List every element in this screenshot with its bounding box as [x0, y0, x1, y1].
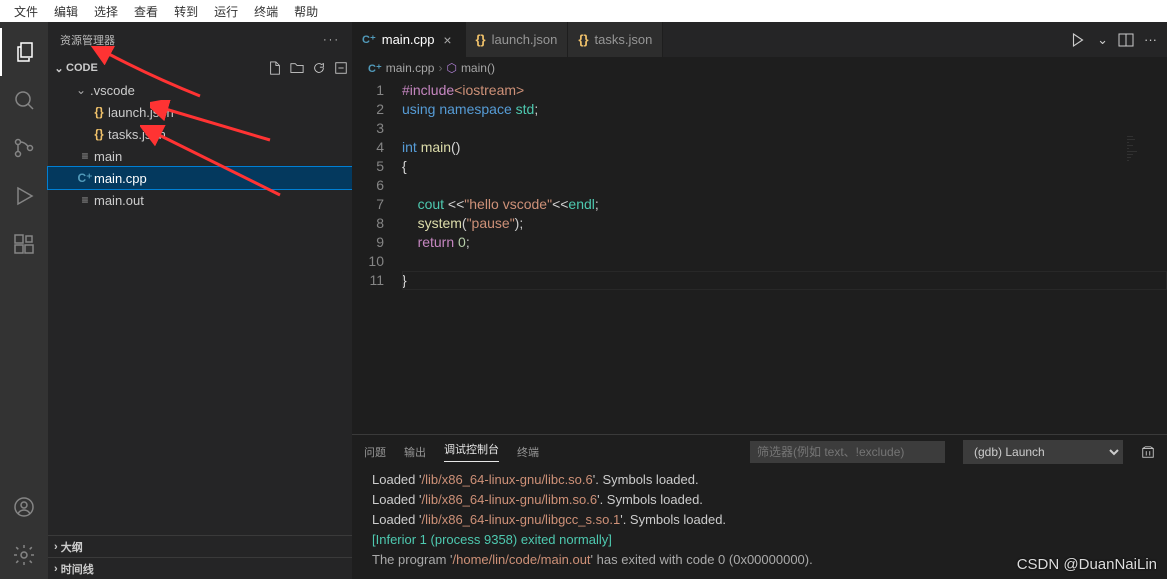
editor-tab[interactable]: {} tasks.json: [568, 22, 663, 57]
breadcrumb[interactable]: C⁺ main.cpp › ⬡ main(): [352, 57, 1167, 79]
collapse-icon[interactable]: [334, 61, 348, 75]
tree-label: launch.json: [108, 105, 174, 120]
code-editor[interactable]: 1234567891011 #include<iostream>using na…: [352, 79, 1167, 434]
cpp-icon: C⁺: [362, 33, 376, 46]
tree-label: .vscode: [90, 83, 135, 98]
folder-root-label: CODE: [66, 62, 98, 74]
current-line-highlight: [402, 271, 1167, 290]
json-icon: {}: [578, 32, 588, 47]
chevron-down-icon: ⌄: [76, 83, 90, 97]
editor-tab[interactable]: {} launch.json: [466, 22, 569, 57]
new-folder-icon[interactable]: [290, 61, 304, 75]
tree-item[interactable]: C⁺main.cpp: [48, 167, 352, 189]
tab-actions: ⌄ ···: [1059, 22, 1167, 57]
tree-item[interactable]: ≡main: [48, 145, 352, 167]
panel-tab[interactable]: 输出: [404, 444, 426, 460]
file-tree: ⌄.vscode{}launch.json{}tasks.json≡mainC⁺…: [48, 79, 352, 211]
panel-tab[interactable]: 调试控制台: [444, 441, 499, 462]
cube-icon: ⬡: [446, 61, 456, 75]
json-icon: {}: [90, 127, 108, 141]
chevron-down-icon: ⌄: [52, 62, 66, 75]
launch-config-select[interactable]: (gdb) Launch: [963, 440, 1123, 464]
tree-item[interactable]: {}launch.json: [48, 101, 352, 123]
scm-icon[interactable]: [0, 124, 48, 172]
new-file-icon[interactable]: [268, 61, 282, 75]
split-icon[interactable]: [1118, 32, 1134, 48]
editor-tab[interactable]: C⁺ main.cpp ×: [352, 22, 466, 57]
tree-item[interactable]: ⌄.vscode: [48, 79, 352, 101]
close-icon[interactable]: ×: [441, 32, 455, 48]
panel-tab[interactable]: 问题: [364, 444, 386, 460]
sidebar-header: 资源管理器 ···: [48, 22, 352, 57]
file-icon: ≡: [76, 193, 94, 207]
tab-label: tasks.json: [595, 32, 653, 47]
menu-item[interactable]: 运行: [206, 3, 246, 20]
run-debug-icon[interactable]: [0, 172, 48, 220]
settings-icon[interactable]: [0, 531, 48, 579]
menu-item[interactable]: 编辑: [46, 3, 86, 20]
menu-item[interactable]: 终端: [246, 3, 286, 20]
outline-section[interactable]: › 大纲: [48, 535, 352, 557]
panel-tabs: 问题 输出 调试控制台 终端 (gdb) Launch: [352, 435, 1167, 468]
menu-item[interactable]: 查看: [126, 3, 166, 20]
crumb-file: main.cpp: [386, 61, 435, 75]
menu-item[interactable]: 帮助: [286, 3, 326, 20]
chevron-right-icon: ›: [54, 541, 58, 553]
chevron-down-icon[interactable]: ⌄: [1097, 32, 1108, 48]
chevron-right-icon: ›: [54, 563, 58, 575]
json-icon: {}: [476, 32, 486, 47]
line-gutter: 1234567891011: [352, 79, 402, 434]
run-icon[interactable]: [1069, 31, 1087, 49]
menu-item[interactable]: 转到: [166, 3, 206, 20]
code-content: #include<iostream>using namespace std; i…: [402, 79, 1167, 434]
tree-label: main: [94, 149, 122, 164]
crumb-symbol: main(): [461, 61, 495, 75]
panel-filter-input[interactable]: [750, 441, 945, 463]
menu-item[interactable]: 文件: [6, 3, 46, 20]
watermark: CSDN @DuanNaiLin: [1017, 556, 1157, 573]
json-icon: {}: [90, 105, 108, 119]
tree-label: main.out: [94, 193, 144, 208]
sidebar-more-icon[interactable]: ···: [323, 34, 340, 46]
tree-label: tasks.json: [108, 127, 166, 142]
cpp-icon: C⁺: [76, 171, 94, 185]
tree-item[interactable]: ≡main.out: [48, 189, 352, 211]
editor-area: C⁺ main.cpp × {} launch.json {} tasks.json ⌄ ·…: [352, 22, 1167, 579]
extensions-icon[interactable]: [0, 220, 48, 268]
file-icon: ≡: [76, 149, 94, 163]
panel-tab[interactable]: 终端: [517, 444, 539, 460]
tab-label: main.cpp: [382, 32, 435, 47]
explorer-section-header[interactable]: ⌄ CODE: [48, 57, 352, 79]
timeline-section[interactable]: › 时间线: [48, 557, 352, 579]
activity-bar: [0, 22, 48, 579]
sidebar-title: 资源管理器: [60, 32, 115, 48]
editor-tabs: C⁺ main.cpp × {} launch.json {} tasks.json ⌄ ·…: [352, 22, 1167, 57]
menu-item[interactable]: 选择: [86, 3, 126, 20]
accounts-icon[interactable]: [0, 483, 48, 531]
explorer-icon[interactable]: [0, 28, 48, 76]
menubar: 文件编辑选择查看转到运行终端帮助: [0, 0, 1167, 22]
more-icon[interactable]: ···: [1144, 32, 1157, 47]
cpp-icon: C⁺: [368, 62, 382, 75]
minimap[interactable]: ▬▬▬▬▬▬▬▬▬▬▬▬▬▬▬▬▬▬▬▬▬▬▬: [1127, 136, 1167, 196]
refresh-icon[interactable]: [312, 61, 326, 75]
tab-label: launch.json: [492, 32, 558, 47]
tree-item[interactable]: {}tasks.json: [48, 123, 352, 145]
clear-icon[interactable]: [1141, 445, 1155, 459]
tree-label: main.cpp: [94, 171, 147, 186]
search-icon[interactable]: [0, 76, 48, 124]
sidebar-explorer: 资源管理器 ··· ⌄ CODE ⌄.vscode{}launch.json{}…: [48, 22, 352, 579]
